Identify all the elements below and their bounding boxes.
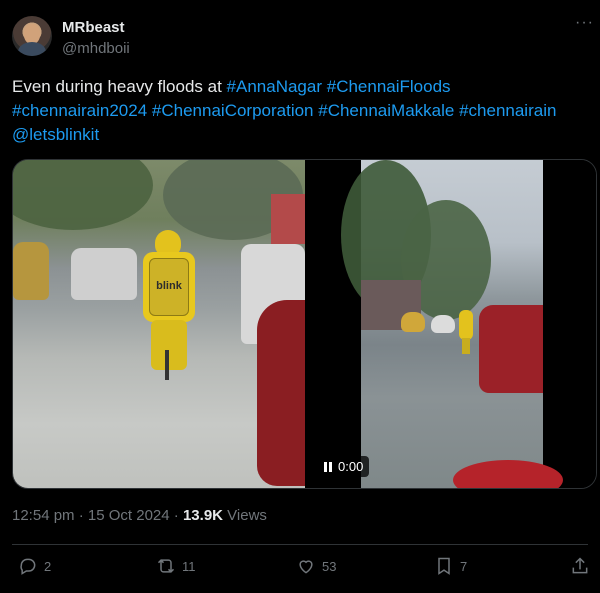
media-video[interactable]: blink 0:00 (12, 159, 597, 489)
red-car (479, 305, 543, 393)
white-car (431, 315, 455, 333)
divider (12, 544, 588, 545)
more-options-icon[interactable]: ··· (575, 14, 594, 32)
bookmark-icon (438, 557, 450, 575)
yellow-car (401, 312, 425, 332)
avatar[interactable] (12, 16, 52, 56)
views-label: Views (227, 507, 267, 524)
pause-icon[interactable] (324, 461, 332, 472)
like-count: 53 (322, 558, 337, 574)
bag-label: blink (156, 280, 182, 292)
reply-count: 2 (44, 558, 52, 574)
tweet-card: MRbeast @mhdboii ··· Even during heavy f… (0, 0, 600, 593)
avatar-shirt (18, 42, 46, 56)
action-bar: 2 11 53 7 (0, 552, 600, 584)
hashtag-link[interactable]: #ChennaiFloods (327, 77, 451, 96)
hashtag-link[interactable]: #chennairain (459, 101, 556, 120)
bookmark-count: 7 (460, 558, 468, 574)
author-handle[interactable]: @mhdboii (62, 40, 130, 57)
mention-link[interactable]: @letsblinkit (12, 125, 99, 144)
repost-count: 11 (182, 558, 196, 574)
heart-icon (299, 560, 313, 574)
hashtag-link[interactable]: #chennairain2024 (12, 101, 147, 120)
video-time: 0:00 (338, 459, 364, 474)
repost-button[interactable]: 11 (156, 556, 196, 576)
yellow-car (13, 242, 49, 300)
tweet-text-fragment: Even during heavy floods at (12, 77, 227, 96)
bookmark-button[interactable]: 7 (434, 556, 467, 576)
tree-foliage (13, 160, 153, 230)
flood-street-image-right (341, 160, 543, 488)
flood-street-image-left: blink (13, 160, 305, 488)
post-time[interactable]: 12:54 pm (12, 507, 75, 524)
delivery-rider: blink (141, 230, 201, 380)
video-letterbox (543, 160, 596, 488)
share-button[interactable] (570, 556, 590, 576)
video-timer-badge[interactable]: 0:00 (318, 456, 370, 477)
reply-icon (20, 558, 36, 575)
red-signboard (271, 194, 305, 244)
views-count: 13.9K (182, 507, 223, 524)
delivery-rider (457, 310, 475, 354)
author-name[interactable]: MRbeast (62, 19, 125, 36)
repost-icon (157, 559, 175, 573)
like-button[interactable]: 53 (296, 556, 336, 576)
reply-button[interactable]: 2 (18, 556, 51, 576)
hashtag-link[interactable]: #ChennaiCorporation (152, 101, 314, 120)
post-date[interactable]: 15 Oct 2024 (88, 507, 170, 524)
separator: · (173, 507, 179, 524)
avatar-face (24, 24, 40, 44)
white-car (71, 248, 137, 300)
tweet-meta: 12:54 pm · 15 Oct 2024 · 13.9K Views (12, 507, 267, 524)
red-car (257, 300, 305, 486)
tweet-text: Even during heavy floods at #AnnaNagar #… (12, 75, 588, 147)
share-icon (572, 557, 588, 574)
hashtag-link[interactable]: #AnnaNagar (227, 77, 322, 96)
hashtag-link[interactable]: #ChennaiMakkale (318, 101, 454, 120)
separator: · (78, 507, 84, 524)
